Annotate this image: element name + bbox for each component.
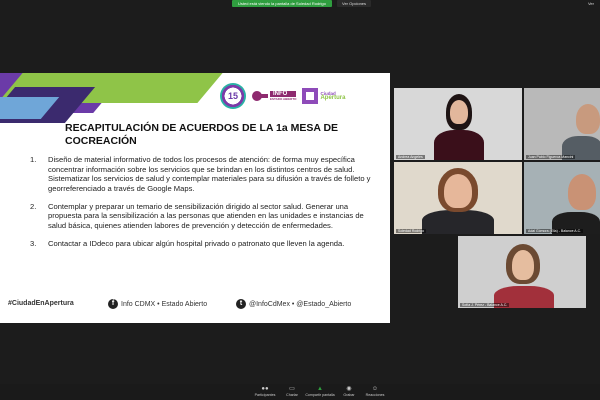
list-item: 1. Diseño de material informativo de todo… (30, 155, 375, 193)
screen-share-banner: Usted está viendo la pantalla de Soledad… (232, 0, 332, 7)
video-tile[interactable]: Soledad Rodrigo (394, 162, 522, 234)
video-tile[interactable]: Adal Gómora (Ella) - Balance A.C. (524, 162, 600, 234)
participant-name: Sofía J. Pérez - Balance A.C. (460, 303, 510, 307)
participant-face (576, 104, 600, 134)
agreements-list: 1. Diseño de material informativo de todo… (30, 155, 375, 257)
view-button[interactable]: Ver (588, 1, 594, 6)
info-logo: INFO ESTADO ABIERTO (252, 91, 297, 101)
share-screen-button[interactable]: ▲ Compartir pantalla (305, 385, 335, 397)
reactions-button[interactable]: ☺ Reacciones (360, 385, 390, 397)
chat-button[interactable]: ▭ Charlar (277, 385, 307, 397)
facebook-icon: f (108, 299, 118, 309)
video-tile[interactable]: Andrea Angeles (394, 88, 522, 160)
participant-face (512, 250, 534, 280)
chat-icon: ▭ (289, 386, 295, 392)
participant-name: Andrea Angeles (396, 155, 425, 159)
toolbar-label: Grabar (343, 393, 355, 397)
city-mark-icon (302, 88, 319, 104)
slide-footer: #CiudadEnApertura f Info CDMX • Estado Ab… (0, 299, 390, 313)
item-number: 3. (30, 238, 37, 248)
city-logo-line2: Apertura (320, 95, 346, 101)
toolbar-label: Participantes (254, 393, 276, 397)
participants-icon: ●● (261, 386, 269, 392)
shared-slide: 15 INFO ESTADO ABIERTO Ciudad Apertura R… (0, 73, 390, 323)
participant-name: Juan Pablo Figueroa Mancini (526, 155, 576, 159)
video-tile[interactable]: Juan Pablo Figueroa Mancini (524, 88, 600, 160)
participant-face (444, 174, 472, 208)
anniversary-logo: 15 (220, 83, 246, 109)
list-item: 2. Contemplar y preparar un temario de se… (30, 202, 375, 231)
ciudad-apertura-logo: Ciudad Apertura (302, 88, 345, 104)
twitter-handle: @InfoCdMex • @Estado_Abierto (249, 300, 352, 308)
item-text: Contactar a IDdeco para ubicar algún hos… (48, 238, 345, 248)
participant-face (450, 100, 468, 124)
info-logo-subtext: ESTADO ABIERTO (270, 97, 297, 101)
toolbar-label: Charlar (286, 393, 298, 397)
reactions-icon: ☺ (371, 386, 379, 392)
item-number: 1. (30, 155, 37, 164)
logos-group: 15 INFO ESTADO ABIERTO Ciudad Apertura (220, 83, 345, 109)
participants-button[interactable]: ●● Participantes (250, 385, 280, 397)
participant-name: Adal Gómora (Ella) - Balance A.C. (526, 229, 584, 233)
participant-name: Soledad Rodrigo (396, 229, 427, 233)
share-screen-icon: ▲ (317, 386, 323, 392)
participant-body (422, 210, 494, 234)
meeting-toolbar: ●● Participantes ▭ Charlar ▲ Compartir pant… (0, 384, 600, 400)
toolbar-label: Reacciones (365, 393, 385, 397)
participant-face (568, 174, 596, 210)
hashtag: #CiudadEnApertura (8, 300, 74, 307)
twitter-icon: t (236, 299, 246, 309)
facebook-handle: Info CDMX • Estado Abierto (121, 300, 208, 308)
view-options-button[interactable]: Ver Opciones (337, 0, 372, 7)
toolbar-label: Compartir pantalla (305, 393, 335, 397)
key-icon (252, 91, 268, 101)
item-number: 2. (30, 201, 37, 211)
video-tile[interactable]: Sofía J. Pérez - Balance A.C. (458, 236, 586, 308)
participant-body (434, 130, 484, 160)
item-text: Contemplar y preparar un temario de sens… (48, 201, 364, 230)
item-text: Diseño de material informativo de todos … (48, 155, 371, 193)
top-bar: Usted está viendo la pantalla de Soledad… (0, 0, 600, 10)
list-item: 3. Contactar a IDdeco para ubicar algún h… (30, 239, 375, 249)
slide-title: RECAPITULACIÓN DE ACUERDOS DE LA 1a MESA… (65, 122, 339, 147)
